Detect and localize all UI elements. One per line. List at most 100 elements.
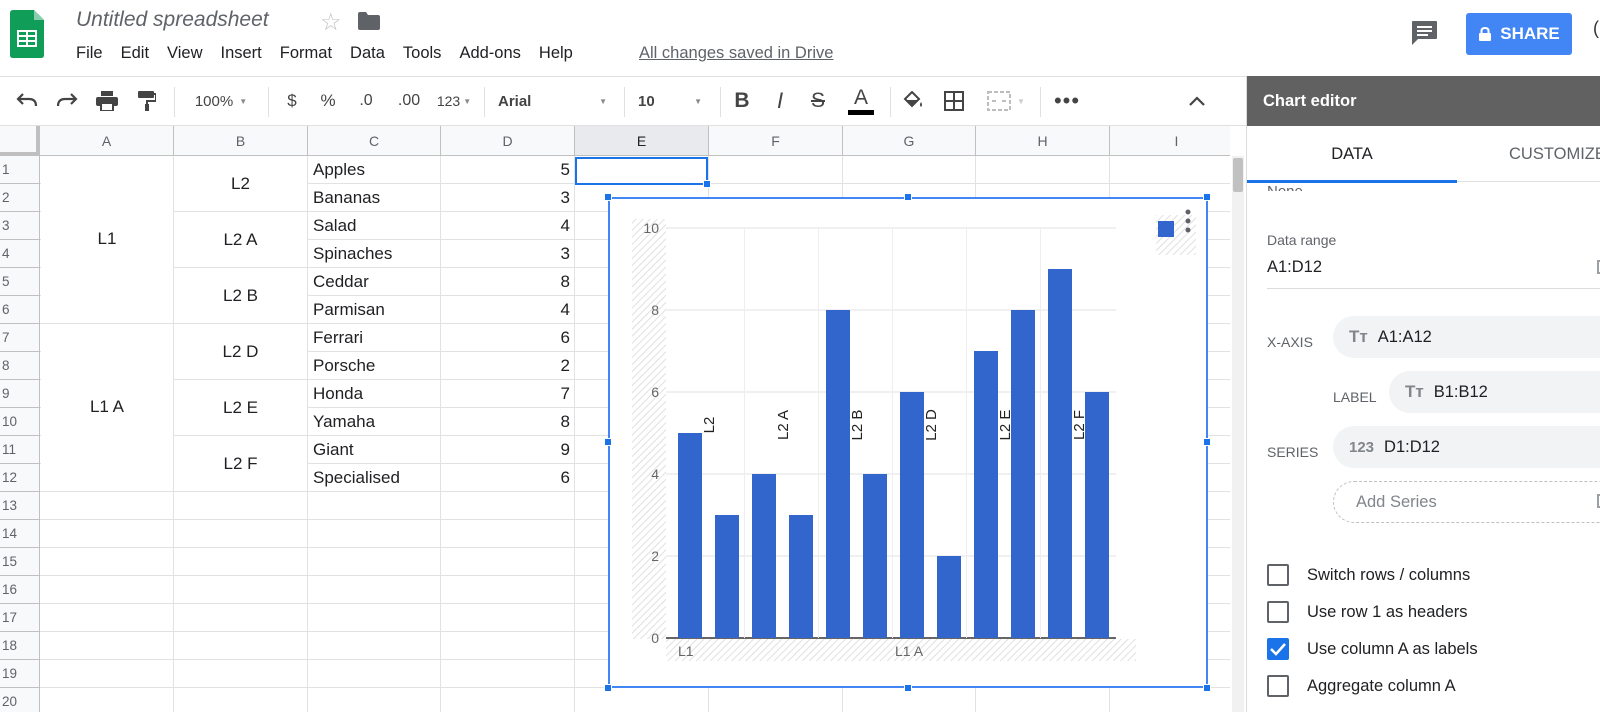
cell-d12[interactable]: 6	[441, 464, 574, 492]
cell-d10[interactable]: 8	[441, 408, 574, 436]
cell-a1-merged[interactable]: L1	[41, 156, 173, 322]
column-header-b[interactable]: B	[174, 126, 308, 156]
selected-cell-e1[interactable]	[575, 157, 711, 188]
row-header-9[interactable]: 9	[0, 380, 40, 408]
print-icon[interactable]	[92, 77, 122, 125]
cell-c2[interactable]: Bananas	[308, 184, 380, 212]
row-header-14[interactable]: 14	[0, 520, 40, 548]
column-header-c[interactable]: C	[308, 126, 441, 156]
use-column-labels-checkbox[interactable]	[1267, 638, 1289, 660]
select-all-corner[interactable]	[0, 126, 40, 156]
use-row-headers-checkbox[interactable]	[1267, 601, 1289, 623]
text-color-button[interactable]: A	[846, 77, 876, 125]
bold-button[interactable]: B	[730, 77, 754, 125]
cell-d8[interactable]: 2	[441, 352, 574, 380]
menu-edit[interactable]: Edit	[121, 44, 158, 63]
cell-c7[interactable]: Ferrari	[308, 324, 363, 352]
row-header-10[interactable]: 10	[0, 408, 40, 436]
series-chip[interactable]: 123 D1:D12	[1333, 426, 1600, 468]
column-header-f[interactable]: F	[709, 126, 843, 156]
switch-rows-columns-checkbox[interactable]	[1267, 564, 1289, 586]
cell-c12[interactable]: Specialised	[308, 464, 400, 492]
cell-c8[interactable]: Porsche	[308, 352, 375, 380]
italic-button[interactable]: I	[768, 77, 792, 125]
cell-d1[interactable]: 5	[441, 156, 574, 184]
sheets-logo-icon[interactable]	[10, 10, 44, 58]
row-header-8[interactable]: 8	[0, 352, 40, 380]
row-header-3[interactable]: 3	[0, 212, 40, 240]
row-header-12[interactable]: 12	[0, 464, 40, 492]
share-button[interactable]: SHARE	[1466, 13, 1572, 55]
use-row-headers-row[interactable]: Use row 1 as headers	[1267, 601, 1468, 623]
row-header-11[interactable]: 11	[0, 436, 40, 464]
bar-salad[interactable]	[752, 474, 776, 638]
strikethrough-button[interactable]: S	[806, 77, 830, 125]
row-header-1[interactable]: 1	[0, 156, 40, 184]
row-header-15[interactable]: 15	[0, 548, 40, 576]
row-header-7[interactable]: 7	[0, 324, 40, 352]
bar-ceddar[interactable]	[826, 310, 850, 638]
bar-ferrari[interactable]	[900, 392, 924, 638]
row-header-6[interactable]: 6	[0, 296, 40, 324]
row-header-2[interactable]: 2	[0, 184, 40, 212]
column-header-g[interactable]: G	[843, 126, 976, 156]
column-header-i[interactable]: I	[1110, 126, 1230, 156]
bar-chart[interactable]: 0 2 4 6 8 10 L2 L2 A L2 B L2 D L2 E L2 F L1 L1 A	[608, 197, 1208, 688]
menu-add-ons[interactable]: Add-ons	[459, 44, 529, 63]
cell-c6[interactable]: Parmisan	[308, 296, 385, 324]
bar-parmisan[interactable]	[863, 474, 887, 638]
fill-color-icon[interactable]	[900, 77, 926, 125]
legend-swatch[interactable]	[1158, 221, 1174, 237]
column-header-h[interactable]: H	[976, 126, 1110, 156]
cell-d4[interactable]: 3	[441, 240, 574, 268]
more-formats-button[interactable]: 123 ▼	[432, 77, 476, 125]
zoom-select[interactable]: 100% ▼	[186, 77, 256, 125]
cell-c1[interactable]: Apples	[308, 156, 365, 184]
bar-spinaches[interactable]	[789, 515, 813, 638]
bar-bananas[interactable]	[715, 515, 739, 638]
bar-yamaha[interactable]	[1011, 310, 1035, 638]
save-status-link[interactable]: All changes saved in Drive	[639, 44, 833, 63]
bar-apples[interactable]	[678, 433, 702, 638]
document-title[interactable]: Untitled spreadsheet	[76, 8, 269, 32]
bar-specialised[interactable]	[1085, 392, 1109, 638]
row-header-18[interactable]: 18	[0, 632, 40, 660]
cell-c3[interactable]: Salad	[308, 212, 356, 240]
menu-file[interactable]: File	[76, 44, 112, 63]
column-header-d[interactable]: D	[441, 126, 575, 156]
cell-c5[interactable]: Ceddar	[308, 268, 369, 296]
label-chip[interactable]: Tт B1:B12	[1389, 371, 1600, 413]
comments-icon[interactable]	[1410, 20, 1438, 46]
cell-b1-merged[interactable]: L2	[174, 156, 307, 211]
vertical-scrollbar[interactable]	[1232, 156, 1244, 712]
decrease-decimals-button[interactable]: .0	[352, 77, 380, 125]
menu-tools[interactable]: Tools	[403, 44, 451, 63]
x-axis-chip[interactable]: Tт A1:A12	[1333, 316, 1600, 358]
menu-insert[interactable]: Insert	[221, 44, 271, 63]
cell-b3-merged[interactable]: L2 A	[174, 212, 307, 267]
menu-format[interactable]: Format	[280, 44, 341, 63]
font-size-select[interactable]: 10 ▼	[630, 77, 710, 125]
column-header-a[interactable]: A	[40, 126, 174, 156]
paint-format-icon[interactable]	[132, 77, 162, 125]
menu-data[interactable]: Data	[350, 44, 394, 63]
font-family-select[interactable]: Arial ▼	[490, 77, 615, 125]
aggregate-column-checkbox[interactable]	[1267, 675, 1289, 697]
menu-view[interactable]: View	[167, 44, 211, 63]
star-icon[interactable]: ☆	[320, 8, 342, 37]
merge-cells-icon[interactable]: ▼	[982, 77, 1030, 125]
menu-help[interactable]: Help	[539, 44, 582, 63]
row-header-17[interactable]: 17	[0, 604, 40, 632]
bar-giant[interactable]	[1048, 269, 1072, 638]
row-header-19[interactable]: 19	[0, 660, 40, 688]
cell-b7-merged[interactable]: L2 D	[174, 324, 307, 379]
use-column-labels-row[interactable]: Use column A as labels	[1267, 638, 1478, 660]
account-avatar[interactable]: (	[1593, 18, 1599, 39]
cell-b9-merged[interactable]: L2 E	[174, 380, 307, 435]
cell-c4[interactable]: Spinaches	[308, 240, 392, 268]
cell-d2[interactable]: 3	[441, 184, 574, 212]
more-options-icon[interactable]: •••	[1050, 77, 1084, 125]
switch-rows-columns-row[interactable]: Switch rows / columns	[1267, 564, 1470, 586]
bar-honda[interactable]	[974, 351, 998, 638]
cell-d9[interactable]: 7	[441, 380, 574, 408]
